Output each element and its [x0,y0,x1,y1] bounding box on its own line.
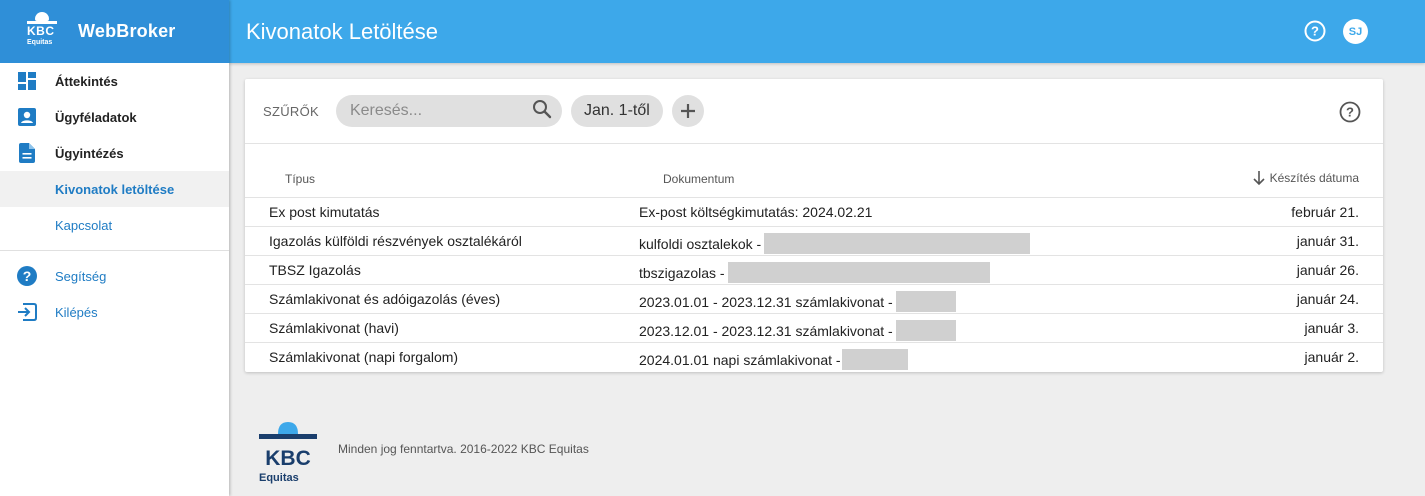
column-header-date[interactable]: Készítés dátuma [1252,170,1359,186]
table-row[interactable]: Ex post kimutatás Ex-post költségkimutat… [245,198,1383,227]
page-title: Kivonatok Letöltése [246,18,439,44]
table-row[interactable]: Igazolás külföldi részvények osztalékáró… [245,227,1383,256]
document-link[interactable]: Ex-post költségkimutatás: 2024.02.21 [639,204,872,220]
sidebar-divider [0,250,229,251]
cell-document[interactable]: 2023.12.01 - 2023.12.31 számlakivonat - [639,320,956,341]
document-link[interactable]: 2024.01.01 napi számlakivonat - [639,352,841,368]
document-icon [17,143,37,163]
help-circle-icon[interactable]: ? [1339,101,1361,123]
avatar[interactable]: SJ [1343,19,1368,44]
filters-label: SZŰRŐK [263,103,319,119]
cell-date: január 26. [1296,262,1359,278]
sidebar-item-label: Ügyféladatok [55,109,137,125]
sidebar-link-segitseg[interactable]: ? Segítség [0,258,229,294]
column-header-type[interactable]: Típus [285,172,315,186]
sidebar-subitem-kivonatok[interactable]: Kivonatok letöltése [0,171,229,207]
table-row[interactable]: Számlakivonat és adóigazolás (éves) 2023… [245,285,1383,314]
sidebar-link-label: Kilépés [55,304,98,320]
document-link[interactable]: 2023.12.01 - 2023.12.31 számlakivonat - [639,323,893,339]
cell-type: Számlakivonat (napi forgalom) [269,349,459,365]
sidebar-subitem-kapcsolat[interactable]: Kapcsolat [0,207,229,243]
cell-document[interactable]: kulfoldi osztalekok - [639,233,1031,254]
svg-text:?: ? [1346,105,1354,120]
cell-type: TBSZ Igazolás [269,262,361,278]
sidebar-item-ugyfeladatok[interactable]: Ügyféladatok [0,99,229,135]
footer-logo-sub: Equitas [259,472,299,484]
app-name: WebBroker [78,21,176,41]
redaction-block [895,320,956,341]
sidebar-item-ugyintezes[interactable]: Ügyintézés [0,135,229,171]
arrow-down-icon [1253,171,1265,186]
plus-icon [680,104,695,118]
help-icon: ? [17,266,37,286]
cell-date: január 31. [1296,233,1359,249]
cell-type: Ex post kimutatás [269,204,380,220]
sidebar: KBC Equitas WebBroker Áttekintés Ügyféla… [0,0,229,496]
cell-document[interactable]: Ex-post költségkimutatás: 2024.02.21 [639,204,872,220]
cell-type: Számlakivonat (havi) [269,320,399,336]
table-row[interactable]: Számlakivonat (napi forgalom) 2024.01.01… [245,343,1383,372]
redaction-block [895,291,956,312]
cell-date: január 24. [1296,291,1359,307]
svg-text:?: ? [1311,24,1319,39]
column-header-date-label: Készítés dátuma [1269,171,1359,185]
sidebar-item-label: Áttekintés [55,73,118,89]
sidebar-link-label: Segítség [55,268,107,284]
cell-date: február 21. [1291,204,1359,220]
cell-date: január 2. [1304,349,1359,365]
add-filter-button[interactable] [671,95,704,127]
column-header-document[interactable]: Dokumentum [663,172,734,186]
sidebar-item-label: Ügyintézés [55,145,124,161]
cell-date: január 3. [1304,320,1359,336]
redaction-block [764,233,1031,254]
cell-document[interactable]: tbszigazolas - [639,262,990,283]
table-row[interactable]: Számlakivonat (havi) 2023.12.01 - 2023.1… [245,314,1383,343]
search-box[interactable] [335,95,562,127]
footer-kbc-logo: KBC Equitas [259,420,317,484]
filter-bar: SZŰRŐK Jan. 1-től ? [245,79,1383,144]
account-box-icon [17,107,37,127]
help-circle-icon[interactable]: ? [1304,20,1326,42]
kbc-logo: KBC Equitas [27,11,57,52]
document-link[interactable]: 2023.01.01 - 2023.12.31 számlakivonat - [639,294,893,310]
dashboard-icon [17,71,37,91]
cell-document[interactable]: 2024.01.01 napi számlakivonat - [639,349,908,370]
date-filter-chip[interactable]: Jan. 1-től [570,95,663,127]
exit-icon [17,302,37,322]
date-filter-label: Jan. 1-től [583,102,650,119]
svg-text:?: ? [23,268,32,284]
brand-bar[interactable]: KBC Equitas WebBroker [0,0,229,63]
cell-type: Igazolás külföldi részvények osztalékáró… [269,233,522,249]
search-icon[interactable] [532,99,552,124]
cell-type: Számlakivonat és adóigazolás (éves) [269,291,501,307]
sidebar-subitem-label: Kapcsolat [55,217,113,233]
footer-logo-text: KBC [265,447,311,470]
document-link[interactable]: kulfoldi osztalekok - [639,236,761,252]
sidebar-subitem-label: Kivonatok letöltése [55,181,175,197]
table-header: Típus Dokumentum Készítés dátuma [245,144,1383,198]
sidebar-link-kilepes[interactable]: Kilépés [0,294,229,330]
statements-table: Típus Dokumentum Készítés dátuma Ex post… [245,144,1383,372]
document-link[interactable]: tbszigazolas - [639,265,725,281]
redaction-block [841,349,908,370]
redaction-block [727,262,990,283]
sidebar-nav: Áttekintés Ügyféladatok Ügyintézés Kivon… [0,63,229,330]
top-header: Kivonatok Letöltése ? SJ [229,0,1425,63]
table-row[interactable]: TBSZ Igazolás tbszigazolas - január 26. [245,256,1383,285]
footer-copyright: Minden jog fenntartva. 2016-2022 KBC Equ… [338,442,589,456]
search-input[interactable] [349,102,532,120]
statements-card: SZŰRŐK Jan. 1-től ? Típus Dokumentum Kés… [245,79,1383,372]
cell-document[interactable]: 2023.01.01 - 2023.12.31 számlakivonat - [639,291,956,312]
sidebar-item-attekintes[interactable]: Áttekintés [0,63,229,99]
